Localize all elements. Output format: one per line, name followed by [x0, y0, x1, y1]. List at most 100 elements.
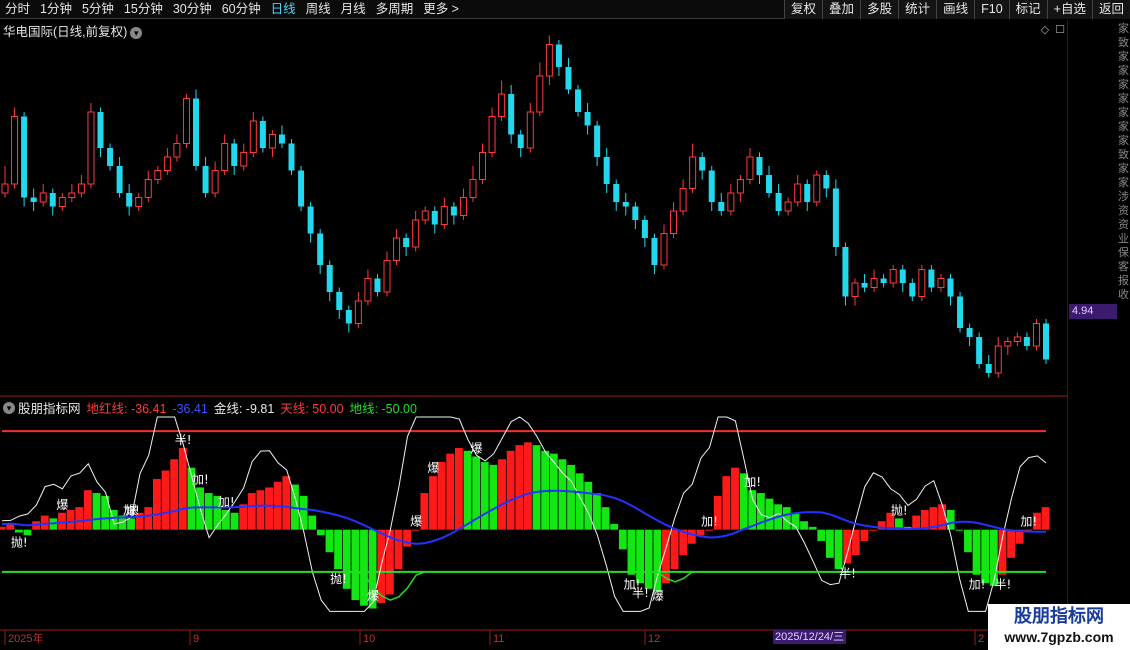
histogram-bar — [489, 464, 498, 530]
histogram-bar — [920, 509, 929, 530]
period-tab-6[interactable]: 日线 — [266, 0, 301, 19]
histogram-bar — [23, 529, 32, 536]
histogram-bar — [524, 442, 532, 530]
period-tab-2[interactable]: 5分钟 — [77, 0, 119, 19]
candle-body — [613, 184, 620, 202]
histogram-bar — [14, 529, 23, 533]
candle-body — [459, 197, 467, 216]
candle-body — [708, 170, 715, 202]
histogram-bar — [601, 507, 610, 530]
ground-red-line — [2, 571, 1046, 601]
candle-body — [880, 278, 887, 283]
histogram-bar — [247, 493, 256, 530]
histogram-bar — [83, 490, 92, 530]
candle-body — [736, 179, 744, 194]
chevron-down-icon[interactable]: ▾ — [3, 401, 15, 414]
candle-body — [641, 220, 648, 238]
histogram-bar — [40, 515, 49, 530]
signal-marker: 爆 — [471, 441, 483, 455]
candle-body — [431, 211, 438, 225]
chart-corner-icons: ◇ ☐ — [1035, 23, 1065, 36]
candle-body — [126, 193, 133, 207]
time-tick-label: 11 — [493, 633, 504, 645]
candle-body — [498, 93, 506, 117]
histogram-bar — [411, 529, 420, 531]
histogram-bar — [800, 521, 808, 530]
candle-body — [421, 210, 429, 221]
signal-marker: 加! — [744, 475, 761, 489]
candle-body — [412, 219, 420, 248]
histogram-bar — [808, 526, 817, 530]
period-tab-8[interactable]: 月线 — [336, 0, 371, 19]
candle-body — [756, 157, 763, 175]
signal-marker: 爆 — [652, 589, 664, 603]
period-tab-3[interactable]: 15分钟 — [119, 0, 168, 19]
tool-button-1[interactable]: 叠加 — [822, 0, 861, 19]
period-tab-9[interactable]: 多周期 — [371, 0, 419, 19]
period-tab-5[interactable]: 60分钟 — [217, 0, 266, 19]
stock-title-text: 华电国际(日线,前复权) — [3, 25, 128, 39]
candle-body — [670, 210, 678, 234]
tool-button-5[interactable]: F10 — [974, 0, 1009, 19]
candle-body — [87, 111, 95, 185]
stock-title[interactable]: 华电国际(日线,前复权) ▾ — [3, 21, 143, 40]
chevron-down-icon[interactable]: ▾ — [130, 26, 143, 39]
candle-body — [97, 112, 104, 148]
candle-body — [1004, 341, 1012, 347]
histogram-bar — [92, 493, 101, 530]
candle-body — [221, 143, 229, 171]
legend-item-2: 金线: -9.81 — [213, 402, 275, 416]
diamond-icon[interactable]: ◇ — [1041, 24, 1049, 36]
signal-marker: 半! — [839, 566, 856, 580]
signal-marker: 爆 — [125, 503, 137, 517]
time-tick-label: 2 — [978, 633, 984, 645]
candle-body — [889, 269, 897, 284]
histogram-bar — [6, 524, 15, 530]
period-tab-4[interactable]: 30分钟 — [168, 0, 217, 19]
tool-button-6[interactable]: 标记 — [1008, 0, 1047, 19]
indicator-legend: 地红线: -36.41 -36.41 金线: -9.81 天线: 50.00 地线: -… — [87, 398, 423, 417]
stock-chart[interactable]: 5.505.405.305.205.105.004.904.8060.0040.… — [0, 20, 1068, 650]
candle-body — [918, 269, 926, 297]
tool-button-4[interactable]: 画线 — [936, 0, 975, 19]
histogram-bar — [239, 504, 248, 530]
tool-button-7[interactable]: +自选 — [1046, 0, 1092, 19]
histogram-bar — [532, 445, 541, 530]
legend-item-1: -36.41 — [172, 402, 208, 416]
candle-body — [154, 170, 162, 180]
period-tab-7[interactable]: 周线 — [301, 0, 336, 19]
tool-button-3[interactable]: 统计 — [898, 0, 937, 19]
histogram-bar — [0, 526, 6, 530]
candle-body — [660, 233, 668, 266]
histogram-bar — [222, 509, 230, 530]
candle-body — [393, 237, 401, 261]
candle-body — [1023, 337, 1030, 346]
histogram-bar — [429, 476, 437, 530]
histogram-bar — [144, 507, 153, 530]
candle-body — [144, 179, 152, 198]
signal-marker: 爆 — [427, 461, 439, 475]
candle-body — [823, 175, 830, 189]
candle-body — [21, 116, 28, 198]
window-icon[interactable]: ☐ — [1055, 24, 1065, 36]
candle-body — [718, 202, 725, 211]
candle-body — [555, 44, 562, 67]
candle-body — [307, 206, 314, 234]
period-tab-0[interactable]: 分时 — [0, 0, 35, 19]
period-tab-10[interactable]: 更多 > — [418, 0, 464, 19]
period-tab-1[interactable]: 1分钟 — [35, 0, 77, 19]
signal-marker: 加! — [1020, 515, 1037, 529]
candle-body — [832, 188, 839, 247]
histogram-bar — [325, 529, 334, 553]
candle-body — [182, 98, 190, 144]
histogram-bar — [385, 529, 394, 595]
histogram-bar — [454, 447, 463, 530]
tool-button-2[interactable]: 多股 — [860, 0, 899, 19]
candle-body — [794, 183, 802, 203]
current-price-tag: 4.94 — [1069, 304, 1117, 319]
candle-body — [536, 75, 544, 113]
candle-body — [58, 197, 66, 207]
tool-button-0[interactable]: 复权 — [784, 0, 823, 19]
histogram-bar — [127, 518, 135, 530]
tool-button-8[interactable]: 返回 — [1091, 0, 1130, 19]
